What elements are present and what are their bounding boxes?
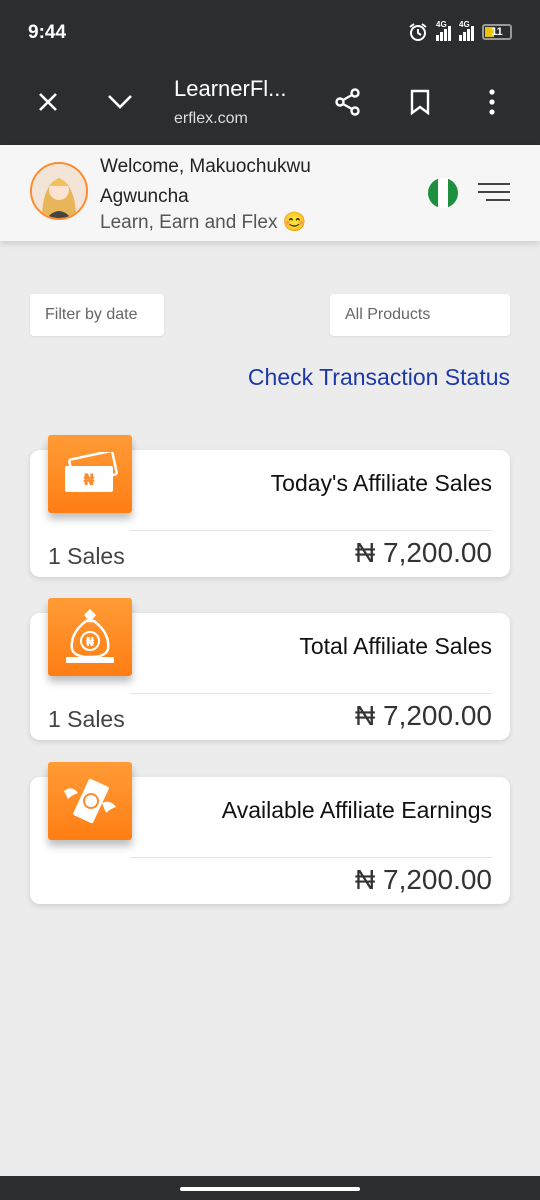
svg-text:₦: ₦	[86, 635, 95, 649]
close-icon[interactable]	[30, 84, 66, 120]
signal-icon: 4G	[436, 20, 451, 41]
network-label: 4G	[436, 20, 447, 29]
page-url[interactable]: erflex.com	[174, 110, 248, 128]
more-vert-icon[interactable]	[474, 84, 510, 120]
menu-icon[interactable]	[478, 183, 510, 205]
network-label: 4G	[459, 20, 470, 29]
card-title: Total Affiliate Sales	[299, 633, 492, 659]
card-available-earnings: Available Affiliate Earnings ₦ 7,200.00	[30, 762, 510, 904]
date-filter-input[interactable]: Filter by date	[30, 294, 164, 336]
chevron-down-icon[interactable]	[102, 84, 138, 120]
card-total-sales: ₦ Total Affiliate Sales 1 Sales ₦ 7,200.…	[30, 598, 510, 740]
cash-icon: ₦	[48, 435, 132, 513]
divider	[130, 857, 492, 858]
page-title: LearnerFl...	[174, 76, 287, 101]
home-indicator[interactable]	[180, 1187, 360, 1191]
divider	[130, 693, 492, 694]
battery-icon: 11	[482, 24, 512, 40]
card-todays-sales: ₦ Today's Affiliate Sales 1 Sales ₦ 7,20…	[30, 435, 510, 577]
battery-level: 11	[491, 26, 503, 38]
browser-toolbar: LearnerFl... erflex.com	[0, 62, 540, 145]
status-icons: 4G 4G 11	[408, 20, 512, 42]
flag-icon[interactable]	[428, 178, 458, 208]
check-transaction-status-link[interactable]: Check Transaction Status	[248, 364, 510, 391]
flying-money-icon	[48, 762, 132, 840]
sales-count: 1 Sales	[48, 706, 125, 732]
earnings-amount: ₦ 7,200.00	[355, 864, 492, 895]
share-icon[interactable]	[330, 84, 366, 120]
tagline: Learn, Earn and Flex 😊	[100, 212, 307, 233]
status-bar: 9:44 4G 4G 11	[0, 0, 540, 62]
divider	[130, 530, 492, 531]
sales-amount: ₦ 7,200.00	[355, 537, 492, 568]
bookmark-icon[interactable]	[402, 84, 438, 120]
product-select[interactable]: All Products	[330, 294, 510, 336]
avatar[interactable]	[30, 162, 88, 220]
status-time: 9:44	[28, 22, 67, 43]
sales-count: 1 Sales	[48, 543, 125, 569]
svg-text:₦: ₦	[83, 470, 94, 489]
sales-amount: ₦ 7,200.00	[355, 700, 492, 731]
money-bag-icon: ₦	[48, 598, 132, 676]
card-title: Available Affiliate Earnings	[221, 797, 492, 823]
alarm-icon	[409, 23, 427, 41]
card-title: Today's Affiliate Sales	[270, 470, 492, 496]
welcome-text: Welcome, Makuochukwu Agwuncha	[100, 156, 311, 207]
app-header: Welcome, Makuochukwu Agwuncha Learn, Ear…	[0, 145, 540, 241]
signal-icon: 4G	[459, 20, 474, 41]
navigation-bar	[0, 1176, 540, 1200]
